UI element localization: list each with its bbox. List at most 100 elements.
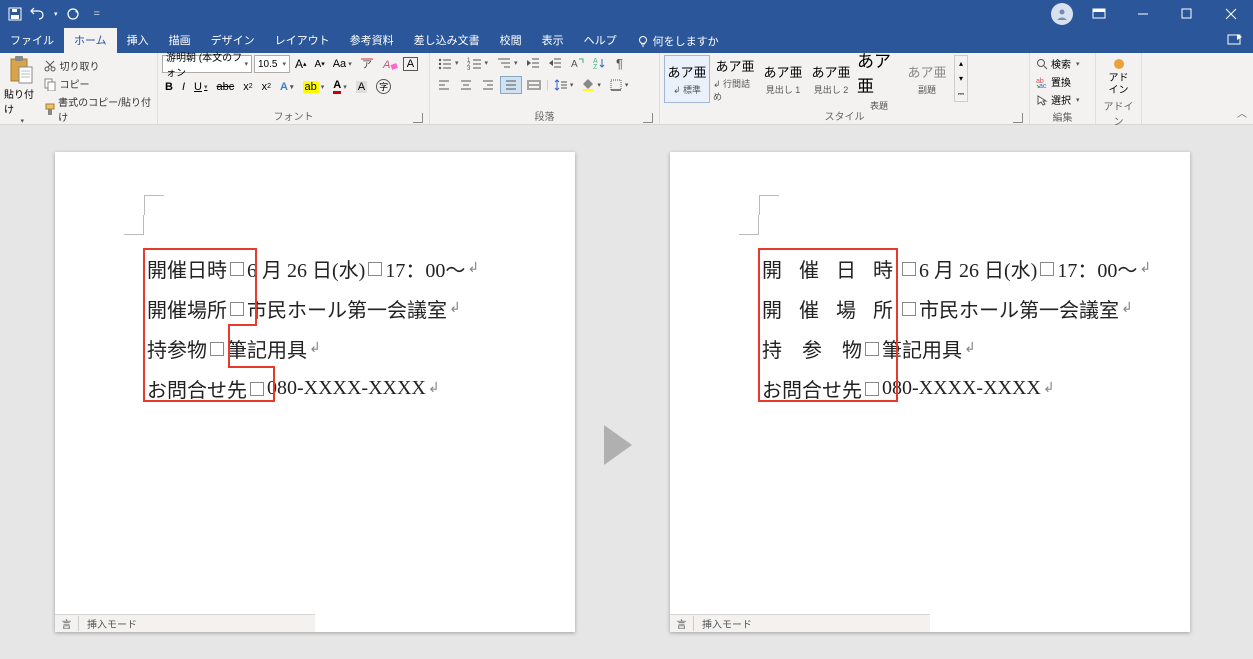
scissors-icon — [43, 59, 57, 73]
group-font-label: フォント — [274, 112, 314, 123]
doc-line-3: 持 参 物筆記用具↲ — [762, 334, 976, 363]
tab-references[interactable]: 参考資料 — [340, 28, 404, 53]
phonetic-guide-button[interactable]: ア — [357, 56, 377, 72]
cut-label: 切り取り — [60, 58, 100, 73]
enclose-char-button[interactable]: 字 — [373, 78, 394, 95]
style-heading2[interactable]: あア亜見出し 2 — [808, 55, 854, 103]
format-painter-button[interactable]: 書式のコピー/貼り付け — [41, 93, 153, 125]
tab-file[interactable]: ファイル — [0, 28, 64, 53]
highlight-box — [228, 366, 275, 368]
line-spacing-button[interactable]: ▾ — [551, 77, 577, 93]
svg-text:Z: Z — [593, 64, 598, 70]
superscript-button[interactable]: x2 — [259, 80, 274, 94]
subscript-button[interactable]: x2 — [240, 80, 255, 94]
copy-button[interactable]: コピー — [41, 75, 153, 92]
bold-button[interactable]: B — [162, 80, 176, 94]
justify-button[interactable] — [500, 76, 522, 94]
tab-view[interactable]: 表示 — [532, 28, 574, 53]
redo-icon[interactable] — [66, 7, 80, 21]
shrink-font-button[interactable]: A▾ — [312, 58, 328, 71]
multilevel-button[interactable]: ▾ — [493, 55, 521, 71]
status-mode[interactable]: 挿入モード — [694, 616, 760, 631]
crop-mark — [759, 195, 779, 215]
grow-font-button[interactable]: A▴ — [292, 56, 310, 72]
group-clipboard: 貼り付け ▾ 切り取り コピー 書式のコピー/貼り付け クリップボード — [0, 53, 158, 124]
tell-me-label: 何をしますか — [653, 33, 719, 49]
style-heading1[interactable]: あア亜見出し 1 — [760, 55, 806, 103]
status-mode[interactable]: 挿入モード — [79, 616, 145, 631]
style-title[interactable]: あア亜表題 — [856, 55, 902, 103]
tab-help[interactable]: ヘルプ — [574, 28, 627, 53]
font-launcher[interactable] — [413, 113, 423, 123]
underline-button[interactable]: U▾ — [191, 80, 210, 94]
align-left-button[interactable] — [434, 77, 454, 93]
text-effects-button[interactable]: A▾ — [277, 80, 296, 94]
font-color-button[interactable]: A▾ — [330, 78, 349, 95]
share-icon[interactable] — [1227, 32, 1243, 46]
avatar[interactable] — [1051, 3, 1073, 25]
addin-button[interactable]: アド イン — [1109, 55, 1129, 97]
style-normal[interactable]: あア亜↲ 標準 — [664, 55, 710, 103]
styles-scroll[interactable]: ▴▾⎓ — [954, 55, 968, 102]
page-before[interactable]: 開催日時6 月 26 日(水)17：00～↲ 開催場所市民ホール第一会議室↲ 持… — [55, 152, 575, 632]
status-lang[interactable]: 言 — [670, 616, 694, 631]
bullets-button[interactable]: ▾ — [434, 55, 462, 71]
save-icon[interactable] — [8, 7, 22, 21]
select-button[interactable]: 選択▾ — [1034, 91, 1082, 108]
font-name-combo[interactable]: 游明朝 (本文のフォン▾ — [162, 55, 252, 73]
tell-me[interactable]: 何をしますか — [627, 29, 729, 53]
shading-button[interactable]: ▾ — [578, 77, 604, 93]
ribbon-display-icon[interactable] — [1077, 0, 1121, 28]
paragraph-launcher[interactable] — [643, 113, 653, 123]
tab-mailings[interactable]: 差し込み文書 — [404, 28, 490, 53]
undo-icon[interactable] — [30, 7, 44, 21]
strike-button[interactable]: abc — [213, 80, 237, 94]
char-border-button[interactable]: A — [403, 57, 418, 71]
group-editing: 検索▾ abac置換 選択▾ 編集 — [1030, 53, 1096, 124]
doc-line-4: お問合せ先080-XXXX-XXXX↲ — [762, 374, 1055, 403]
decrease-indent-button[interactable] — [523, 55, 543, 71]
status-lang[interactable]: 言 — [55, 616, 79, 631]
paste-icon — [8, 55, 34, 85]
style-subtitle[interactable]: あア亜副題 — [904, 55, 950, 103]
brush-icon — [43, 102, 56, 116]
increase-indent-button[interactable] — [545, 55, 565, 71]
paste-button[interactable]: 貼り付け ▾ — [4, 55, 39, 125]
arrow-icon — [604, 425, 632, 465]
group-editing-label: 編集 — [1053, 113, 1073, 124]
close-button[interactable] — [1209, 0, 1253, 28]
change-case-button[interactable]: Aa▾ — [330, 57, 355, 71]
numbering-button[interactable]: 123▾ — [464, 55, 492, 71]
page-after[interactable]: 開 催 日 時6 月 26 日(水)17：00～↲ 開 催 場 所市民ホール第一… — [670, 152, 1190, 632]
char-shading-button[interactable]: A — [353, 80, 370, 94]
align-center-button[interactable] — [456, 77, 476, 93]
minimize-button[interactable] — [1121, 0, 1165, 28]
paste-label: 貼り付け — [4, 86, 39, 116]
align-right-button[interactable] — [478, 77, 498, 93]
tab-insert[interactable]: 挿入 — [117, 28, 159, 53]
show-marks-button[interactable]: ¶ — [611, 55, 631, 71]
style-nospacing[interactable]: あア亜↲ 行間詰め — [712, 55, 758, 103]
ribbon: 貼り付け ▾ 切り取り コピー 書式のコピー/貼り付け クリップボード 游明朝 … — [0, 53, 1253, 125]
svg-text:ac: ac — [1039, 83, 1047, 88]
tab-layout[interactable]: レイアウト — [265, 28, 340, 53]
distribute-button[interactable] — [524, 77, 544, 93]
font-size-combo[interactable]: 10.5▾ — [254, 55, 290, 73]
replace-button[interactable]: abac置換 — [1034, 73, 1073, 90]
maximize-button[interactable] — [1165, 0, 1209, 28]
borders-button[interactable]: ▾ — [606, 77, 632, 93]
doc-line-3: 持参物筆記用具↲ — [147, 334, 321, 363]
collapse-ribbon-button[interactable]: ︿ — [1237, 105, 1247, 120]
text-direction-button[interactable]: A — [567, 55, 587, 71]
highlight-button[interactable]: ab▾ — [300, 80, 328, 94]
sort-button[interactable]: AZ — [589, 55, 609, 71]
styles-launcher[interactable] — [1013, 113, 1023, 123]
clear-format-button[interactable]: A — [379, 56, 401, 72]
tab-home[interactable]: ホーム — [64, 28, 117, 53]
italic-button[interactable]: I — [179, 80, 188, 94]
find-button[interactable]: 検索▾ — [1034, 55, 1082, 72]
cut-button[interactable]: 切り取り — [41, 57, 153, 74]
status-bar-right: 言 挿入モード — [670, 614, 930, 632]
titlebar: ▾ = — [0, 0, 1253, 28]
tab-review[interactable]: 校閲 — [490, 28, 532, 53]
